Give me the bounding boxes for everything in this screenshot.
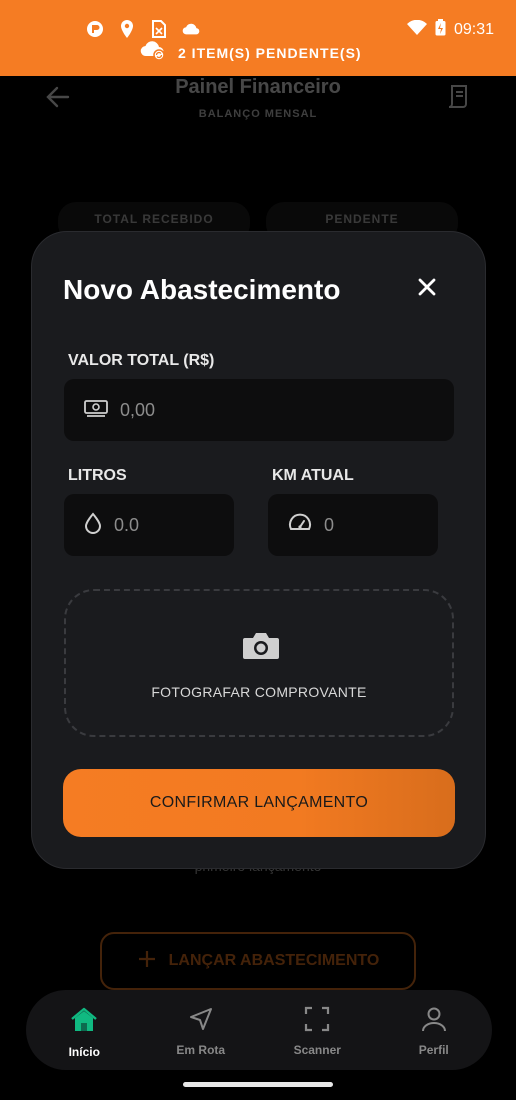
camera-icon	[242, 631, 280, 666]
battery-icon	[435, 19, 446, 41]
photo-receipt-upload[interactable]: FOTOGRAFAR COMPROVANTE	[64, 589, 454, 737]
cloud-sync-icon	[140, 40, 166, 65]
nav-item-en-route[interactable]: Em Rota	[143, 990, 260, 1070]
home-icon	[70, 1006, 98, 1039]
app-icon	[86, 20, 104, 38]
close-button[interactable]	[414, 276, 440, 302]
money-icon	[84, 398, 108, 423]
nav-label-profile: Perfil	[418, 1043, 449, 1057]
nav-label-home: Início	[68, 1045, 100, 1059]
total-value-input[interactable]	[120, 399, 454, 421]
sim-icon	[150, 20, 168, 38]
confirm-entry-button[interactable]: CONFIRMAR LANÇAMENTO	[63, 769, 455, 837]
pending-sync-banner[interactable]: 2 ITEM(S) PENDENTE(S)	[140, 40, 362, 65]
nav-item-scanner[interactable]: Scanner	[259, 990, 376, 1070]
status-time: 09:31	[453, 21, 494, 38]
new-fuel-modal: Novo Abastecimento VALOR TOTAL (R$) LITR…	[31, 231, 486, 869]
km-input[interactable]	[324, 514, 438, 536]
close-icon	[418, 278, 436, 301]
cloud-icon	[182, 20, 200, 38]
photo-receipt-label: FOTOGRAFAR COMPROVANTE	[151, 684, 367, 700]
launch-fuel-label: LANÇAR ABASTECIMENTO	[168, 952, 380, 969]
page-title: Painel Financeiro	[175, 76, 341, 98]
drop-icon	[84, 511, 102, 539]
speedometer-icon	[288, 512, 312, 539]
status-icons-left	[86, 20, 200, 38]
user-icon	[421, 1006, 447, 1037]
modal-title: Novo Abastecimento	[63, 274, 341, 305]
location-icon	[118, 20, 136, 38]
total-value-label: VALOR TOTAL (R$)	[68, 352, 215, 369]
wifi-icon	[406, 19, 427, 41]
home-indicator[interactable]	[183, 1082, 333, 1087]
nav-item-home[interactable]: Início	[26, 990, 143, 1070]
scan-icon	[304, 1006, 330, 1037]
total-value-field[interactable]	[64, 379, 454, 441]
km-label: KM ATUAL	[272, 467, 354, 484]
plus-icon	[137, 949, 157, 974]
pending-items-label: 2 ITEM(S) PENDENTE(S)	[178, 44, 362, 61]
receipt-icon[interactable]	[446, 84, 472, 115]
nav-label-scanner: Scanner	[293, 1043, 341, 1057]
launch-fuel-button[interactable]: LANÇAR ABASTECIMENTO	[100, 932, 416, 990]
status-bar: 09:31 2 ITEM(S) PENDENTE(S)	[0, 0, 516, 76]
status-icons-right: 09:31	[406, 19, 494, 41]
nav-item-profile[interactable]: Perfil	[376, 990, 493, 1070]
liters-input[interactable]	[114, 514, 234, 536]
km-field[interactable]	[268, 494, 438, 556]
bottom-navigation: Início Em Rota Scanner Perfil	[26, 990, 492, 1070]
liters-label: LITROS	[68, 467, 127, 484]
page-subtitle: BALANÇO MENSAL	[198, 108, 318, 120]
navigation-icon	[188, 1006, 214, 1037]
nav-label-en-route: Em Rota	[176, 1043, 226, 1057]
liters-field[interactable]	[64, 494, 234, 556]
